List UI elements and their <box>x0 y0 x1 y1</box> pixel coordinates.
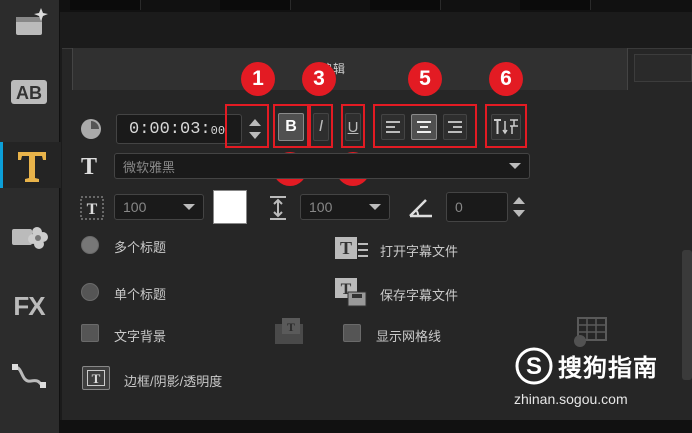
font-size-select[interactable]: 100 <box>114 194 204 220</box>
line-spacing-select[interactable]: 100 <box>300 194 390 220</box>
attribute-tab[interactable] <box>634 54 692 82</box>
bold-label: B <box>285 118 297 135</box>
grid-settings-icon <box>574 317 607 347</box>
font-size-icon: T <box>80 196 104 225</box>
transition-tool[interactable]: AB <box>6 72 52 112</box>
font-size-value: 100 <box>123 199 147 215</box>
font-t-icon: T <box>81 154 98 180</box>
align-left-icon <box>386 121 400 133</box>
timeline-cell <box>520 0 591 10</box>
filter-tool[interactable]: FX <box>6 286 52 326</box>
chevron-down-icon <box>369 204 381 210</box>
svg-text:S: S <box>526 353 542 380</box>
svg-text:T: T <box>87 201 98 218</box>
svg-text:T: T <box>92 371 101 386</box>
edit-tab[interactable] <box>72 48 628 90</box>
bold-button[interactable]: B <box>278 113 304 141</box>
title-tool[interactable] <box>0 142 61 188</box>
text-direction-button[interactable] <box>491 114 521 140</box>
svg-text:T: T <box>340 238 352 258</box>
open-subtitle-label: 打开字幕文件 <box>380 244 459 259</box>
single-title-radio[interactable] <box>81 283 99 301</box>
bottom-bar <box>0 420 692 433</box>
vertical-text-icon <box>494 119 518 135</box>
stepper-arrows-icon <box>249 119 261 139</box>
angle-value: 0 <box>455 199 463 215</box>
angle-stepper[interactable] <box>508 192 530 222</box>
save-subtitle-button[interactable]: T <box>334 276 370 313</box>
save-subtitle-label: 保存字幕文件 <box>380 288 459 303</box>
timeline-cell <box>220 0 291 10</box>
duration-timecode-field[interactable]: 0:00:03: 00 <box>116 114 242 144</box>
path-tool[interactable] <box>6 356 52 396</box>
media-sparkle-icon <box>16 8 48 35</box>
ab-transition-icon: AB <box>11 80 47 104</box>
text-background-label: 文字背景 <box>114 329 167 344</box>
align-center-button[interactable] <box>411 114 437 140</box>
line-spacing-value: 100 <box>309 199 333 215</box>
italic-label: I <box>318 118 324 135</box>
font-color-swatch[interactable] <box>213 190 247 224</box>
align-center-icon <box>417 121 431 133</box>
show-grid-checkbox[interactable] <box>343 324 361 342</box>
ab-label: AB <box>16 83 42 103</box>
left-toolbar: AB FX <box>0 0 61 433</box>
annotation-number-5: 5 <box>408 62 442 96</box>
border-shadow-label: 边框/阴影/透明度 <box>124 374 223 389</box>
text-background-icon: T <box>275 318 303 344</box>
open-subtitle-icon: T <box>335 237 368 259</box>
align-right-icon <box>448 121 462 133</box>
timecode-main: 0:00:03: <box>129 119 211 139</box>
multi-title-label: 多个标题 <box>114 240 167 255</box>
annotation-number-3: 3 <box>302 62 336 96</box>
underline-label: U <box>347 118 359 136</box>
align-right-button[interactable] <box>443 114 467 140</box>
align-left-button[interactable] <box>381 114 405 140</box>
title-t-icon <box>18 152 46 182</box>
angle-input[interactable]: 0 <box>446 192 508 222</box>
stepper-arrows-icon <box>513 197 525 217</box>
show-grid-label: 显示网格线 <box>376 329 442 344</box>
media-tool[interactable] <box>6 2 52 42</box>
single-title-label: 单个标题 <box>114 287 167 302</box>
border-shadow-button[interactable]: T <box>82 366 110 390</box>
underline-button[interactable]: U <box>345 113 361 141</box>
font-name: 微软雅黑 <box>123 159 176 175</box>
open-subtitle-button[interactable]: T <box>334 234 370 269</box>
annotation-number-1: 1 <box>241 62 275 96</box>
line-spacing-icon <box>266 195 290 226</box>
flower-graphic-icon <box>12 227 48 249</box>
text-background-settings-button[interactable]: T <box>274 316 304 351</box>
italic-button[interactable]: I <box>313 113 329 141</box>
angle-icon <box>408 196 434 223</box>
font-family-select[interactable]: 微软雅黑 <box>114 153 530 179</box>
timeline-cell <box>370 0 441 10</box>
chevron-down-icon <box>509 163 521 169</box>
text-background-checkbox[interactable] <box>81 324 99 342</box>
timecode-frames: 00 <box>210 124 226 138</box>
timecode-stepper[interactable] <box>244 114 266 144</box>
top-strip <box>60 0 692 12</box>
motion-path-icon <box>12 364 46 388</box>
timeline-cell <box>70 0 141 10</box>
border-shadow-icon: T <box>87 370 105 386</box>
scrollbar[interactable] <box>682 250 692 380</box>
save-subtitle-icon: T <box>335 278 367 307</box>
watermark-brand: 搜狗指南 <box>558 355 658 382</box>
graphic-tool[interactable] <box>6 214 52 254</box>
svg-text:T: T <box>287 320 295 334</box>
watermark-url: zhinan.sogou.com <box>514 391 628 407</box>
chevron-down-icon <box>183 204 195 210</box>
fx-label: FX <box>13 290 45 321</box>
sogou-logo-icon: S <box>514 346 554 386</box>
annotation-number-6: 6 <box>489 62 523 96</box>
multi-title-radio[interactable] <box>81 236 99 254</box>
duration-clock-icon <box>80 118 102 145</box>
